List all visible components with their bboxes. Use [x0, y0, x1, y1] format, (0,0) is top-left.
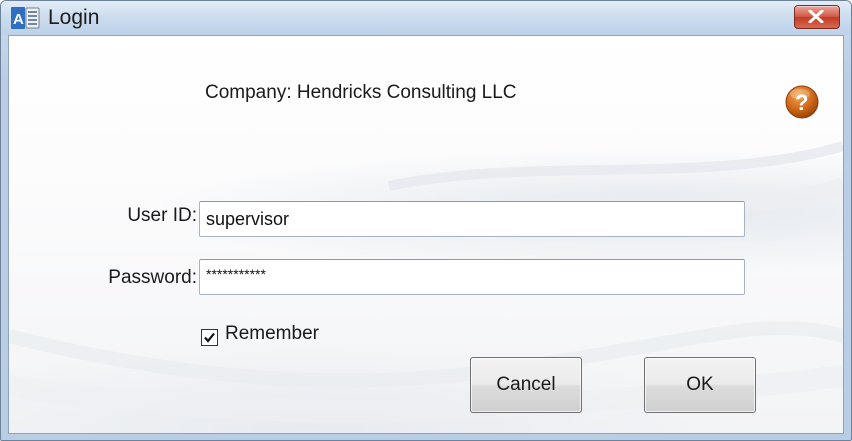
userid-field[interactable]: supervisor — [199, 201, 745, 237]
address-book-icon: A — [11, 7, 41, 29]
remember-label[interactable]: Remember — [225, 323, 319, 345]
svg-text:A: A — [13, 11, 24, 28]
remember-checkbox[interactable] — [201, 329, 218, 346]
login-dialog: A Login Company: Hendricks Consulting LL… — [0, 0, 852, 441]
company-label: Company: Hendricks Consulting LLC — [205, 82, 517, 103]
dialog-body: Company: Hendricks Consulting LLC ? User… — [8, 35, 844, 434]
svg-text:?: ? — [795, 90, 808, 115]
window-title: Login — [48, 6, 100, 29]
help-icon[interactable]: ? — [784, 84, 820, 120]
title-bar: A Login — [1, 1, 851, 35]
cancel-button[interactable]: Cancel — [470, 357, 582, 413]
checkmark-icon — [204, 332, 215, 343]
password-field[interactable]: *********** — [199, 259, 745, 295]
close-icon — [808, 10, 824, 23]
userid-label: User ID: — [127, 205, 197, 226]
password-label: Password: — [108, 267, 197, 288]
ok-button[interactable]: OK — [644, 357, 756, 413]
close-button[interactable] — [794, 5, 840, 29]
